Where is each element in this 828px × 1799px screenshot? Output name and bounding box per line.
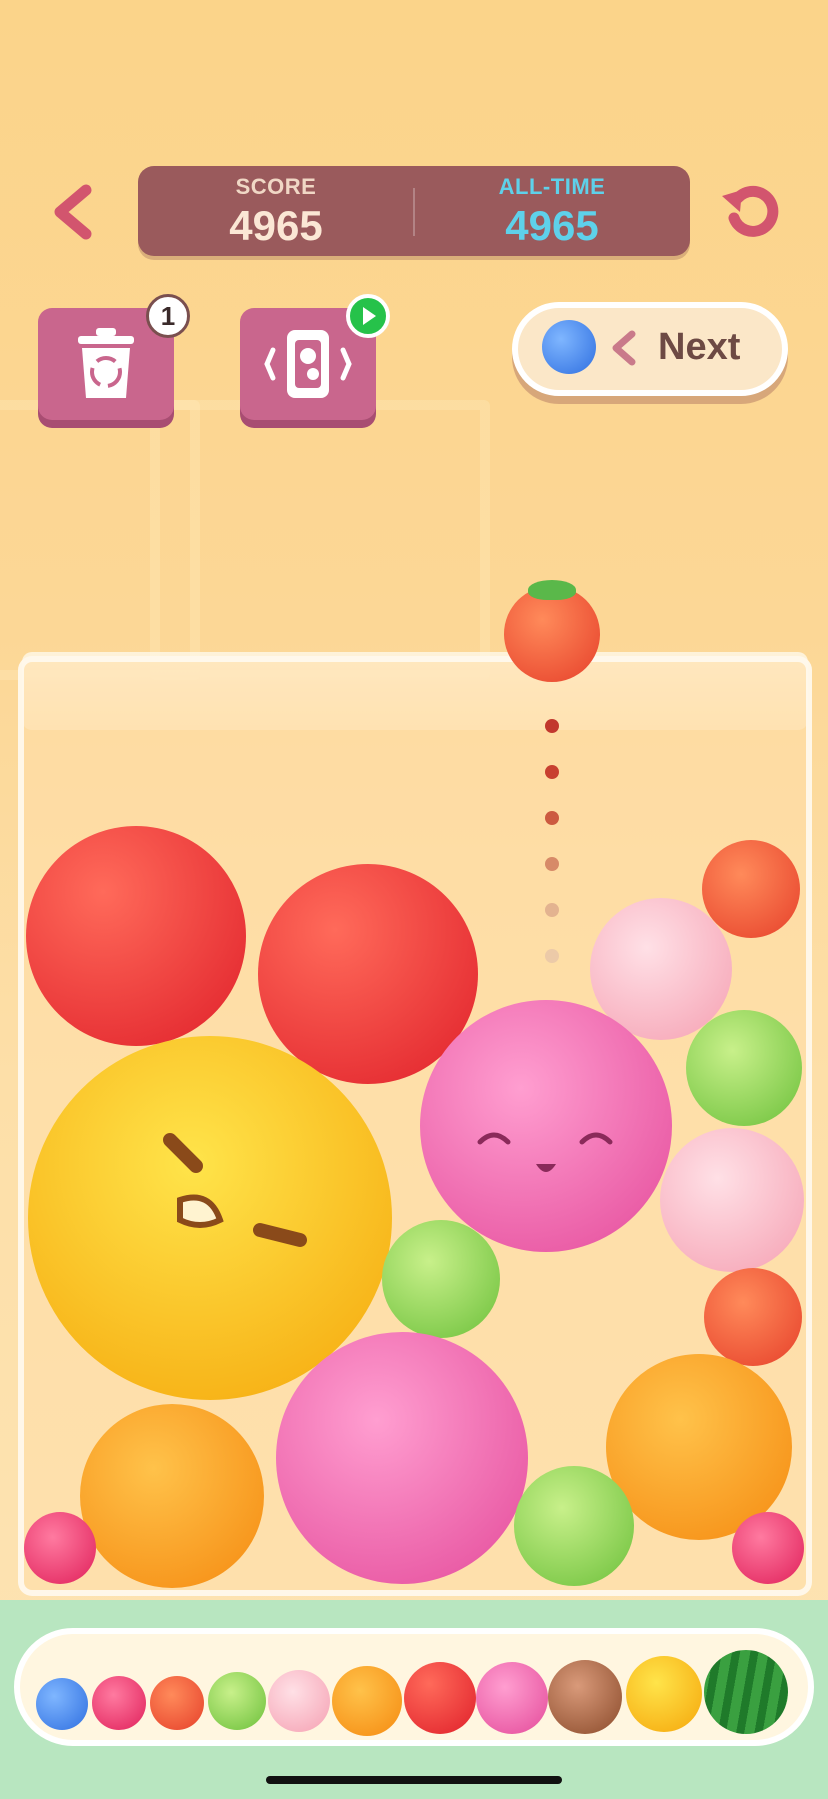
chain-apple xyxy=(404,1662,476,1734)
play-icon xyxy=(363,307,376,325)
background-window xyxy=(150,400,490,680)
video-play-badge xyxy=(346,294,390,338)
raspberry xyxy=(732,1512,804,1584)
pomegranate-face-icon xyxy=(477,1132,613,1172)
pomegranate xyxy=(420,1000,672,1252)
chain-lime xyxy=(208,1672,266,1730)
drop-guide-dots xyxy=(545,719,559,963)
pomegranate xyxy=(276,1332,528,1584)
alltime-block: ALL-TIME 4965 xyxy=(414,174,690,250)
shake-jar-icon xyxy=(264,330,352,398)
alltime-value: 4965 xyxy=(505,202,599,249)
chevron-left-icon xyxy=(612,330,636,366)
strawberry-leaves-icon xyxy=(528,580,576,600)
raspberry xyxy=(24,1512,96,1584)
next-fruit-indicator: Next xyxy=(512,302,788,396)
strawberry xyxy=(702,840,800,938)
back-arrow-icon[interactable] xyxy=(48,184,98,240)
trash-count-badge: 1 xyxy=(146,294,190,338)
chain-orange xyxy=(332,1666,402,1736)
alltime-label: ALL-TIME xyxy=(498,174,606,199)
chain-watermelon xyxy=(704,1650,788,1734)
chain-coconut xyxy=(548,1660,622,1734)
score-label: SCORE xyxy=(235,174,317,199)
chain-pineapple xyxy=(626,1656,702,1732)
chain-raspberry xyxy=(92,1676,146,1730)
next-label: Next xyxy=(658,326,741,368)
apple xyxy=(26,826,246,1046)
trash-recycle-icon xyxy=(78,328,134,398)
strawberry xyxy=(704,1268,802,1366)
trash-button[interactable]: 1 xyxy=(38,294,190,420)
chain-pomegranate xyxy=(476,1662,548,1734)
shake-button[interactable] xyxy=(240,294,390,420)
lime xyxy=(686,1010,802,1126)
home-indicator[interactable] xyxy=(266,1776,562,1784)
orange xyxy=(80,1404,264,1588)
current-drop-strawberry[interactable] xyxy=(504,586,600,682)
next-fruit-blueberry xyxy=(542,320,596,374)
lime xyxy=(382,1220,500,1338)
chain-strawberry xyxy=(150,1676,204,1730)
score-block: SCORE 4965 xyxy=(138,174,414,250)
score-panel: SCORE 4965 ALL-TIME 4965 xyxy=(138,166,690,256)
score-value: 4965 xyxy=(229,202,323,249)
lime xyxy=(514,1466,634,1586)
restart-icon[interactable] xyxy=(716,178,786,248)
pineapple-face-icon xyxy=(163,1133,307,1247)
chain-blueberry xyxy=(36,1678,88,1730)
chain-peach xyxy=(268,1670,330,1732)
peach xyxy=(660,1128,804,1272)
